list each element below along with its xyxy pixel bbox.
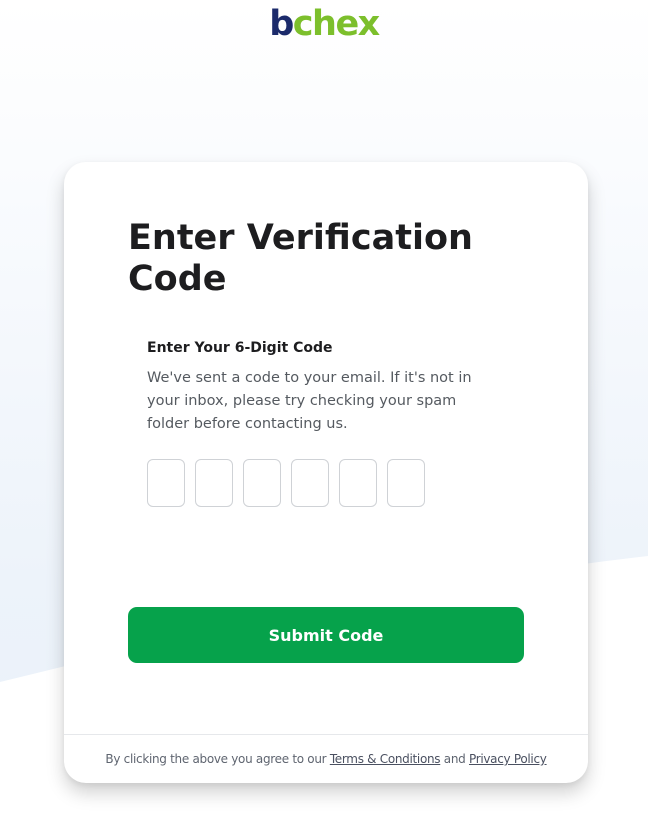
logo-letter-b: b: [269, 4, 294, 44]
verification-card: Enter Verification Code Enter Your 6-Dig…: [64, 162, 588, 783]
terms-link[interactable]: Terms & Conditions: [330, 752, 441, 766]
code-digit-3[interactable]: [243, 459, 281, 507]
footer-prefix: By clicking the above you agree to our: [105, 752, 330, 766]
page-title: Enter Verification Code: [128, 218, 473, 299]
code-input-group: [147, 459, 425, 507]
privacy-link[interactable]: Privacy Policy: [469, 752, 547, 766]
footer-conjunction: and: [440, 752, 469, 766]
code-digit-5[interactable]: [339, 459, 377, 507]
code-digit-2[interactable]: [195, 459, 233, 507]
submit-code-button[interactable]: Submit Code: [128, 607, 524, 663]
bchex-logo: bchex: [0, 4, 648, 44]
code-digit-4[interactable]: [291, 459, 329, 507]
code-digit-1[interactable]: [147, 459, 185, 507]
logo-text: chex: [292, 4, 380, 44]
code-section-label: Enter Your 6-Digit Code: [147, 340, 333, 356]
legal-footer: By clicking the above you agree to our T…: [64, 752, 588, 766]
code-digit-6[interactable]: [387, 459, 425, 507]
footer-divider: [64, 734, 588, 735]
helper-text: We've sent a code to your email. If it's…: [147, 370, 472, 432]
